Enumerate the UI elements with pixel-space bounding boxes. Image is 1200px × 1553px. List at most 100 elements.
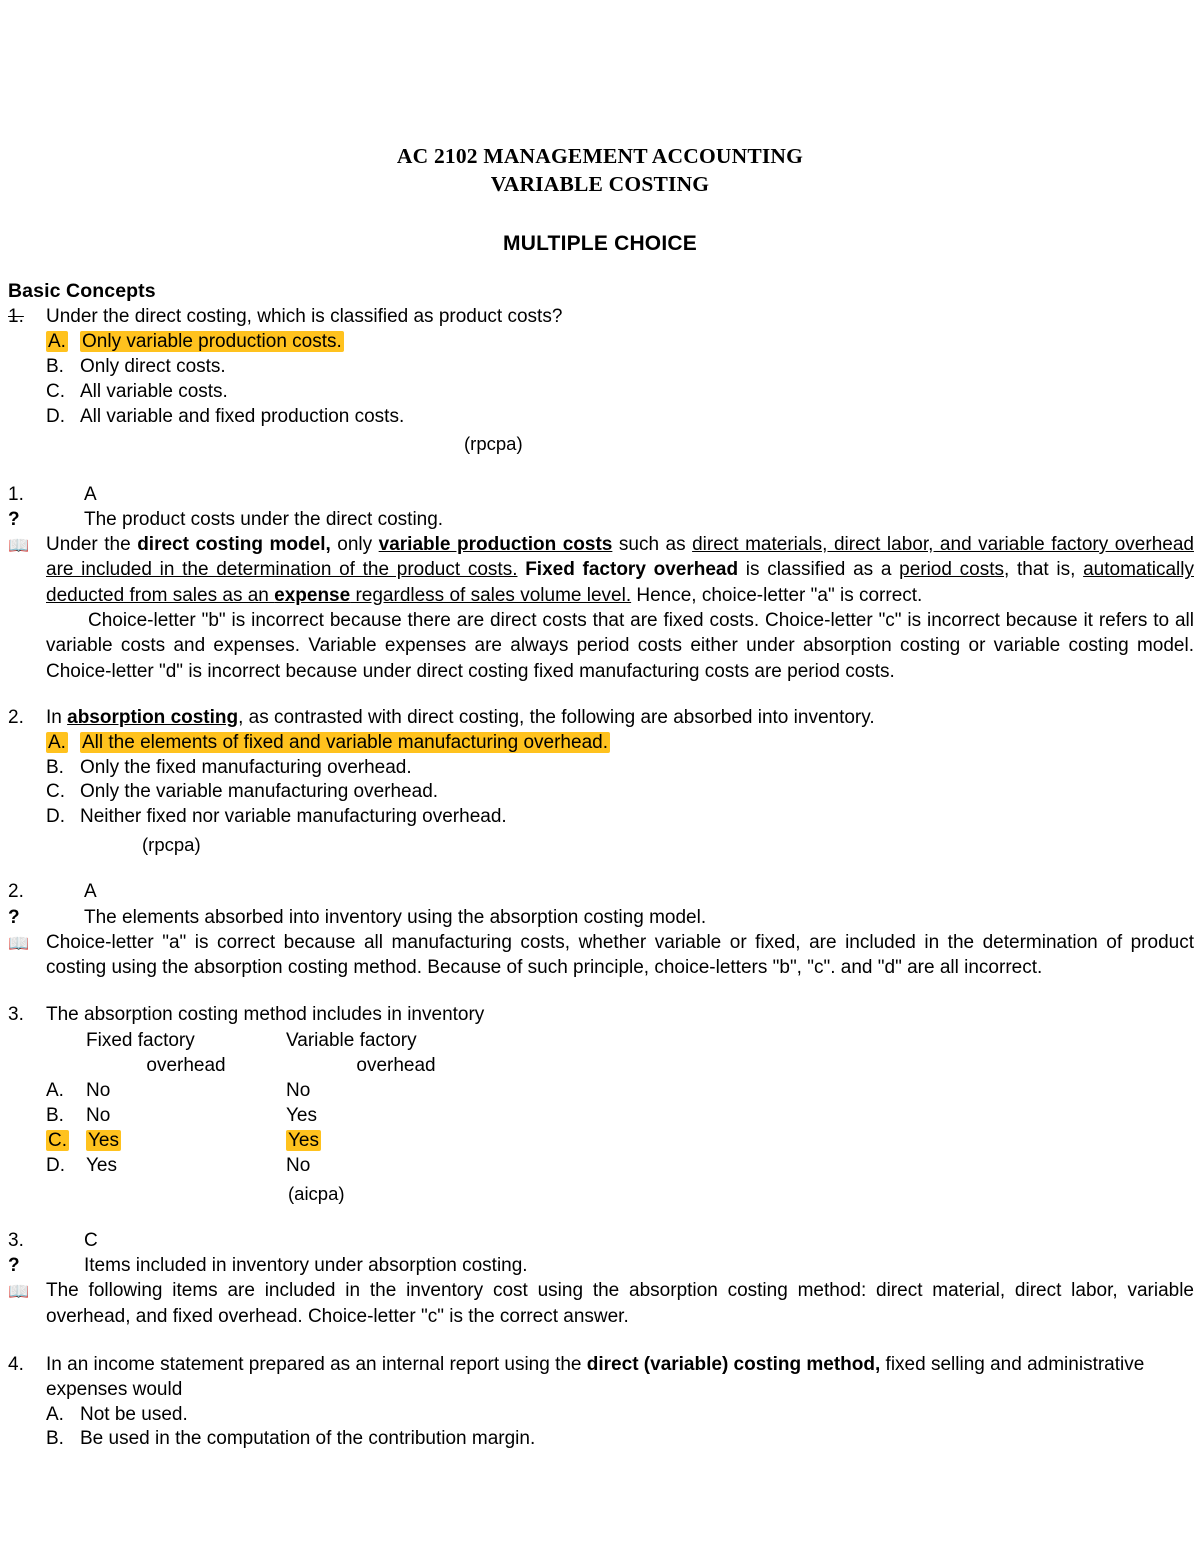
answer-2-topic: The elements absorbed into inventory usi… (84, 906, 707, 928)
title-block: AC 2102 MANAGEMENT ACCOUNTING VARIABLE C… (0, 143, 1200, 198)
row-variable-value: Yes (286, 1129, 321, 1151)
row-fixed-value: No (86, 1104, 111, 1126)
answer-3-number: 3. (8, 1229, 24, 1251)
book-icon: 📖 (8, 1282, 30, 1303)
book-icon: 📖 (8, 933, 30, 954)
choice-text: Neither fixed nor variable manufacturing… (80, 806, 507, 828)
choice-letter: C. (46, 781, 65, 803)
column-header-fixed-line2: overhead (146, 1055, 226, 1077)
question-4-choice-b[interactable]: B. Be used in the computation of the con… (46, 1427, 1200, 1452)
question-2-choice-a[interactable]: A. All the elements of fixed and variabl… (46, 731, 1200, 756)
question-3-table: Fixed factory Variable factory overhead … (0, 1029, 1200, 1178)
answer-1-topic: The product costs under the direct costi… (84, 508, 444, 530)
table-row[interactable]: B. No Yes (0, 1104, 1200, 1129)
answer-3: 3. C ? Items included in inventory under… (0, 1228, 1200, 1329)
question-2-choice-b[interactable]: B. Only the fixed manufacturing overhead… (46, 756, 1200, 781)
answer-2-topic-row: ? The elements absorbed into inventory u… (0, 905, 1200, 930)
answer-3-explanation-row: 📖 The following items are included in th… (0, 1278, 1200, 1329)
table-header-row-1: Fixed factory Variable factory (0, 1029, 1200, 1054)
question-2-source: (rpcpa) (142, 834, 201, 856)
answer-2-number: 2. (8, 881, 24, 903)
row-variable-value: No (286, 1154, 311, 1176)
answer-2-letter-row: 2. A (0, 879, 1200, 904)
choice-text: All variable costs. (80, 380, 228, 402)
question-1-choice-b[interactable]: B. Only direct costs. (46, 355, 1200, 380)
choice-letter: A. (46, 731, 68, 753)
choice-letter: C. (46, 380, 65, 402)
document-title-line1: AC 2102 MANAGEMENT ACCOUNTING (396, 144, 804, 168)
document-page: AC 2102 MANAGEMENT ACCOUNTING VARIABLE C… (0, 0, 1200, 1553)
question-4-choice-a[interactable]: A. Not be used. (46, 1403, 1200, 1428)
choice-text: Only the fixed manufacturing overhead. (80, 756, 412, 778)
answer-3-letter-row: 3. C (0, 1228, 1200, 1253)
answer-1-letter-row: 1. A (0, 482, 1200, 507)
choice-letter: B. (46, 756, 64, 778)
question-2-stem-row: 2. In absorption costing, as contrasted … (0, 706, 1200, 731)
answer-1-letter: A (84, 483, 97, 505)
row-letter: C. (46, 1129, 69, 1151)
column-header-variable-line2: overhead (356, 1055, 436, 1077)
question-mark-icon: ? (8, 508, 20, 530)
question-4-stem: In an income statement prepared as an in… (46, 1353, 1145, 1400)
question-mark-icon: ? (8, 1255, 20, 1277)
answer-1: 1. A ? The product costs under the direc… (0, 482, 1200, 684)
answer-1-topic-row: ? The product costs under the direct cos… (0, 507, 1200, 532)
question-3-stem: The absorption costing method includes i… (46, 1004, 485, 1026)
choice-letter: B. (46, 355, 64, 377)
answer-1-explanation-row: 📖 Under the direct costing model, only v… (0, 532, 1200, 608)
question-2-number: 2. (8, 706, 24, 728)
choice-text: All the elements of fixed and variable m… (80, 731, 610, 753)
question-1-stem: Under the direct costing, which is class… (46, 306, 563, 328)
row-variable-value: Yes (286, 1104, 317, 1126)
row-fixed-value: Yes (86, 1129, 121, 1151)
row-variable-value: No (286, 1080, 311, 1102)
question-1-choice-a[interactable]: A. Only variable production costs. (46, 330, 1200, 355)
answer-2-explanation: Choice-letter "a" is correct because all… (46, 931, 1194, 979)
table-row[interactable]: D. Yes No (0, 1154, 1200, 1179)
answer-1-number: 1. (8, 483, 24, 505)
choice-letter: D. (46, 806, 65, 828)
question-2-stem: In absorption costing, as contrasted wit… (46, 706, 875, 728)
choice-text: Only the variable manufacturing overhead… (80, 781, 439, 803)
row-fixed-value: No (86, 1080, 111, 1102)
answer-1-explanation-paragraph-2: Choice-letter "b" is incorrect because t… (46, 609, 1194, 682)
column-header-fixed-line1: Fixed factory (86, 1030, 195, 1052)
row-fixed-value: Yes (86, 1154, 117, 1176)
question-1-choice-d[interactable]: D. All variable and fixed production cos… (46, 405, 1200, 430)
answer-3-letter: C (84, 1229, 98, 1251)
answer-3-topic-row: ? Items included in inventory under abso… (0, 1253, 1200, 1278)
row-letter: D. (46, 1154, 65, 1176)
basic-concepts-heading: Basic Concepts (8, 280, 156, 303)
document-title-line2: VARIABLE COSTING (490, 171, 710, 196)
book-icon: 📖 (8, 536, 30, 557)
question-1-source: (rpcpa) (464, 433, 523, 455)
question-mark-icon: ? (8, 906, 20, 928)
table-row[interactable]: C. Yes Yes (0, 1129, 1200, 1154)
question-1-stem-row: 1. Under the direct costing, which is cl… (0, 305, 1200, 330)
answer-3-explanation: The following items are included in the … (46, 1280, 1194, 1327)
question-4: 4. In an income statement prepared as an… (0, 1353, 1200, 1453)
question-2: 2. In absorption costing, as contrasted … (0, 706, 1200, 858)
section-title: MULTIPLE CHOICE (503, 232, 697, 256)
table-row[interactable]: A. No No (0, 1079, 1200, 1104)
choice-letter: A. (46, 330, 68, 352)
table-header-row-2: overhead overhead (0, 1054, 1200, 1079)
row-letter: B. (46, 1104, 64, 1126)
question-1-choice-c[interactable]: C. All variable costs. (46, 380, 1200, 405)
question-3: 3. The absorption costing method include… (0, 1003, 1200, 1205)
question-4-stem-row: 4. In an income statement prepared as an… (0, 1353, 1200, 1403)
choice-letter: A. (46, 1403, 64, 1425)
question-3-source: (aicpa) (288, 1182, 345, 1204)
choice-text: Not be used. (80, 1403, 188, 1425)
choice-text: All variable and fixed production costs. (80, 405, 405, 427)
choice-text: Only variable production costs. (80, 330, 344, 352)
question-2-choice-d[interactable]: D. Neither fixed nor variable manufactur… (46, 805, 1200, 830)
question-2-choice-c[interactable]: C. Only the variable manufacturing overh… (46, 780, 1200, 805)
choice-letter: B. (46, 1428, 64, 1450)
answer-2-explanation-row: 📖 Choice-letter "a" is correct because a… (0, 930, 1200, 981)
question-3-stem-row: 3. The absorption costing method include… (0, 1003, 1200, 1028)
column-header-variable-line1: Variable factory (286, 1030, 417, 1052)
question-1: 1. Under the direct costing, which is cl… (0, 305, 1200, 457)
choice-text: Only direct costs. (80, 355, 226, 377)
answer-2: 2. A ? The elements absorbed into invent… (0, 879, 1200, 980)
